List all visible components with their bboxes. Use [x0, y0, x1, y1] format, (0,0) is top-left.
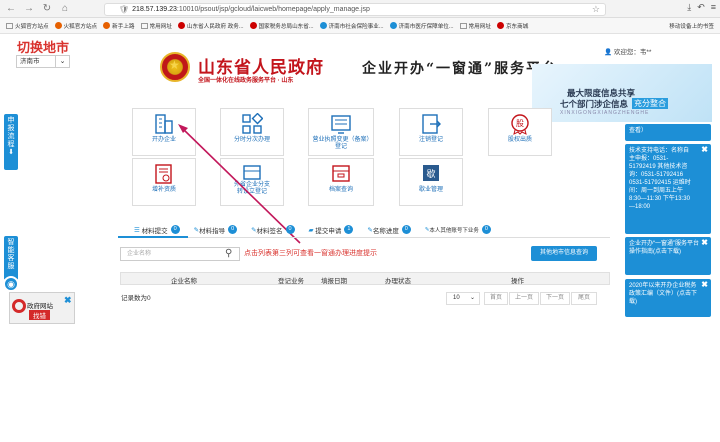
tab-material-submit[interactable]: ☰ 材料提交 0 [134, 222, 180, 237]
column-header: 登记业务 [278, 278, 304, 285]
count-badge: 0 [170, 225, 180, 234]
count-badge: 0 [285, 225, 295, 234]
progress-hint: 点击列表第三列可查看一窗通办理进度提示 [244, 250, 377, 257]
tab-material-guide[interactable]: ✎ 材料指导 0 [194, 222, 238, 237]
tax-policy-card[interactable]: ✖ 2020年以来开办企业税务政策汇编（文件）(点击下载) [625, 279, 711, 317]
column-header: 操作 [511, 278, 524, 285]
record-count: 记录数为0 [121, 295, 151, 302]
column-header: 企业名称 [171, 278, 197, 285]
prev-page-button[interactable]: 上一页 [509, 292, 539, 305]
close-icon[interactable]: ✖ [701, 239, 708, 247]
company-search-input[interactable]: 企业名称 [120, 247, 240, 261]
count-badge: 0 [401, 225, 411, 234]
next-page-button[interactable]: 下一页 [540, 292, 570, 305]
close-icon[interactable]: ✖ [701, 146, 708, 154]
first-page-button[interactable]: 首页 [484, 292, 508, 305]
info-card-top[interactable]: 查看） [625, 124, 711, 141]
count-badge: 0 [481, 225, 491, 234]
close-icon[interactable]: ✖ [701, 281, 708, 289]
annotation-arrow [178, 124, 301, 244]
last-page-button[interactable]: 尾页 [571, 292, 597, 305]
column-header: 填报日期 [321, 278, 347, 285]
table-header: 企业名称 登记业务 填报日期 办理状态 操作 [120, 272, 610, 285]
tech-support-card: ✖ 技术支持电话：名称自主申报：0531-51792419 其他技术咨询：053… [625, 144, 711, 234]
column-header: 办理状态 [385, 278, 411, 285]
chevron-down-icon: ⌄ [469, 295, 475, 301]
tab-active-indicator [118, 236, 188, 238]
list-icon: ☰ [134, 226, 140, 234]
tab-other-accounts[interactable]: ✎ 本人其他账号下业务 0 [425, 222, 491, 237]
tab-divider [118, 237, 610, 238]
tab-name-progress[interactable]: ✎ 名称进度 0 [367, 222, 411, 237]
search-icon[interactable]: ⚲ [225, 248, 232, 259]
count-badge: 1 [344, 225, 354, 234]
operation-guide-card[interactable]: ✖ 企业开办“一窗通”服务平台操作指南(点击下载) [625, 237, 711, 275]
briefcase-icon: ▰ [308, 226, 314, 234]
tab-material-sign[interactable]: ✎ 材料签名 0 [251, 222, 295, 237]
other-city-query-button[interactable]: 其他地市信息查询 [531, 246, 597, 261]
tab-submit-application[interactable]: ▰ 提交申请 1 [309, 222, 354, 237]
progress-tabs: ☰ 材料提交 0 ✎ 材料指导 0 ✎ 材料签名 0 ▰ 提交申请 1 ✎ 名称进度 0 ✎ 本人… [118, 222, 610, 237]
count-badge: 0 [228, 225, 238, 234]
page-size-select[interactable]: 10 ⌄ [446, 292, 480, 305]
